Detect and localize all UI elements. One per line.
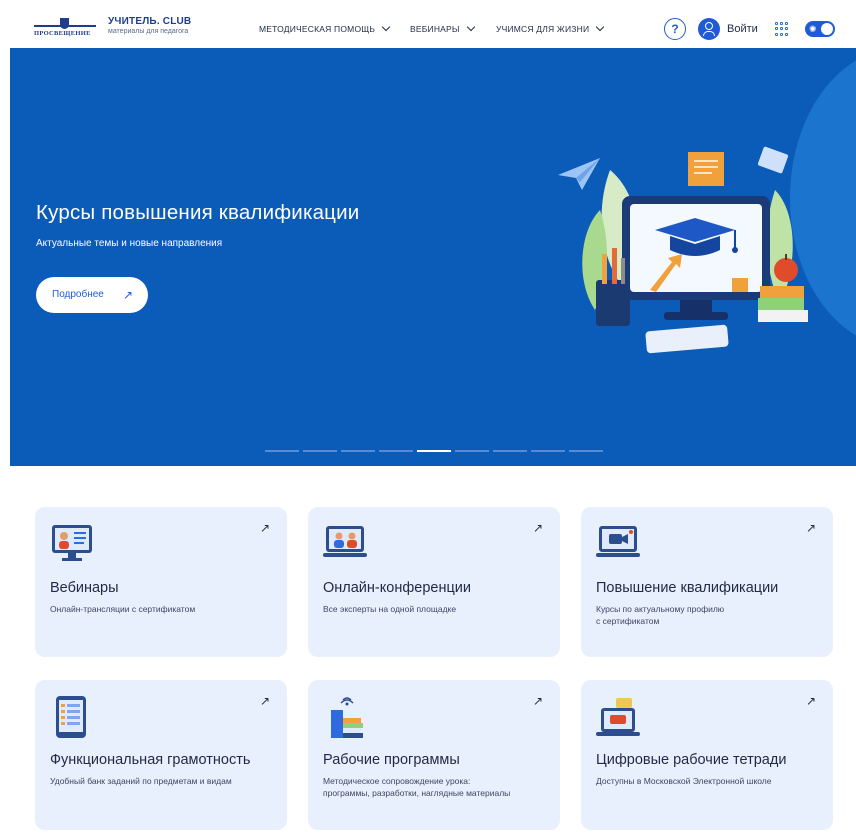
card-title: Онлайн-конференции: [323, 580, 471, 596]
card-title: Рабочие программы: [323, 752, 460, 768]
slide-dot[interactable]: [341, 450, 375, 452]
site-subtitle: материалы для педагога: [108, 28, 189, 35]
tablet-icon: [56, 696, 86, 738]
conference-icon: [323, 526, 367, 557]
chevron-down-icon: [381, 22, 391, 32]
card-description: Доступны в Московской Электронной школе: [596, 776, 772, 786]
slide-dot[interactable]: [531, 450, 565, 452]
nav-webinars[interactable]: ВЕБИНАРЫ: [410, 22, 475, 34]
slide-dot[interactable]: [303, 450, 337, 452]
card-work-programs[interactable]: ↗ Рабочие программы Методическое сопрово…: [308, 680, 560, 830]
site-logo[interactable]: ПРОСВЕЩЕНИЕ УЧИТЕЛЬ. CLUB материалы для …: [34, 16, 191, 42]
card-title: Повышение квалификации: [596, 580, 779, 596]
laptop-icon: [596, 698, 640, 736]
slide-dot[interactable]: [493, 450, 527, 452]
webinar-icon: [52, 525, 92, 561]
help-icon[interactable]: ?: [664, 18, 686, 40]
card-functional-literacy[interactable]: ↗ Функциональная грамотность Удобный бан…: [35, 680, 287, 830]
arrow-up-right-icon: ↗: [532, 521, 543, 535]
card-title: Вебинары: [50, 580, 119, 596]
card-title: Функциональная грамотность: [50, 752, 251, 768]
arrow-up-right-icon: ↗: [805, 521, 816, 535]
card-description: Курсы по актуальному профилю с сертифика…: [596, 604, 725, 626]
slide-dot-active[interactable]: [417, 450, 451, 452]
arrow-up-right-icon: ↗: [532, 694, 543, 708]
sun-icon: ✺: [809, 24, 817, 34]
arrow-up-right-icon: ↗: [805, 694, 816, 708]
site-title: УЧИТЕЛЬ. CLUB: [108, 16, 192, 27]
user-icon[interactable]: [698, 18, 720, 40]
card-title: Цифровые рабочие тетради: [596, 752, 787, 768]
theme-toggle[interactable]: ✺: [805, 21, 835, 37]
slider-dots: [265, 450, 607, 452]
chevron-down-icon: [466, 22, 475, 32]
apps-grid-icon[interactable]: [775, 22, 789, 36]
card-digital-workbooks[interactable]: ↗ Цифровые рабочие тетради Доступны в Мо…: [581, 680, 833, 830]
login-link[interactable]: Войти: [727, 23, 758, 35]
slide-dot[interactable]: [379, 450, 413, 452]
card-description: Онлайн-трансляции с сертификатом: [50, 604, 196, 614]
card-online-conferences[interactable]: ↗ Онлайн-конференции Все эксперты на одн…: [308, 507, 560, 657]
card-description: Удобный банк заданий по предметам и вида…: [50, 776, 232, 786]
hero-subtitle: Актуальные темы и новые направления: [36, 238, 223, 249]
hero-illustration: [558, 146, 808, 354]
hero-banner: Курсы повышения квалификации Актуальные …: [10, 48, 856, 466]
slide-dot[interactable]: [265, 450, 299, 452]
card-qualification[interactable]: ↗ Повышение квалификации Курсы по актуал…: [581, 507, 833, 657]
nav-methodical-help[interactable]: МЕТОДИЧЕСКАЯ ПОМОЩЬ: [259, 22, 391, 34]
chevron-down-icon: [596, 22, 605, 32]
video-course-icon: [596, 526, 640, 557]
books-icon: [331, 697, 363, 738]
slide-dot[interactable]: [569, 450, 603, 452]
slide-dot[interactable]: [455, 450, 489, 452]
site-header: ПРОСВЕЩЕНИЕ УЧИТЕЛЬ. CLUB материалы для …: [10, 8, 856, 48]
arrow-up-right-icon: ↗: [259, 521, 270, 535]
prosveshchenie-logo-icon: ПРОСВЕЩЕНИЕ: [34, 16, 96, 42]
card-description: Все эксперты на одной площадке: [323, 604, 457, 614]
more-button[interactable]: Подробнее ↗: [36, 277, 148, 313]
nav-learning-for-life[interactable]: УЧИМСЯ ДЛЯ ЖИЗНИ: [496, 22, 605, 34]
arrow-up-right-icon: ↗: [259, 694, 270, 708]
arrow-up-right-icon: ↗: [123, 288, 134, 302]
hero-title: Курсы повышения квалификации: [36, 201, 360, 224]
page: ПРОСВЕЩЕНИЕ УЧИТЕЛЬ. CLUB материалы для …: [10, 0, 856, 836]
card-description: Методическое сопровождение урока: програ…: [323, 776, 511, 798]
card-webinars[interactable]: ↗ Вебинары Онлайн-трансляции с сертифика…: [35, 507, 287, 657]
